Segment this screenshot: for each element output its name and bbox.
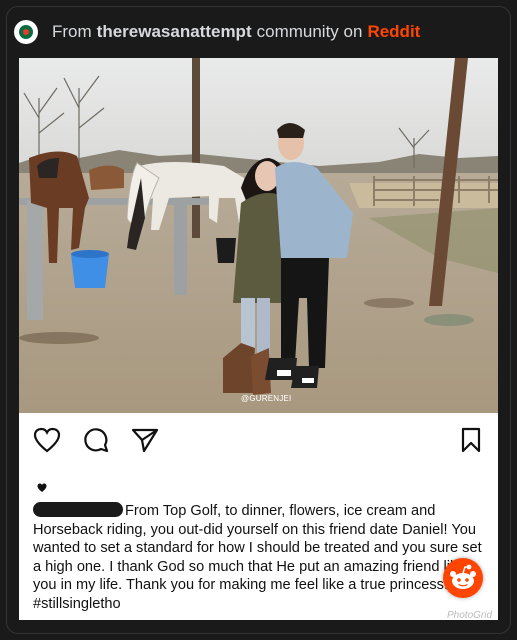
community-name-link[interactable]: therewasanattempt bbox=[97, 22, 252, 42]
photogrid-watermark: PhotoGrid bbox=[447, 610, 493, 621]
post-caption: From Top Golf, to dinner, flowers, ice c… bbox=[33, 502, 491, 614]
bookmark-icon[interactable] bbox=[460, 427, 482, 453]
heart-icon[interactable] bbox=[33, 427, 61, 453]
post-actions bbox=[19, 413, 498, 463]
post-photo bbox=[19, 58, 498, 413]
header-prefix: From bbox=[52, 22, 92, 41]
reddit-link[interactable]: Reddit bbox=[367, 22, 420, 42]
photo-credit: @GURENJEI bbox=[241, 394, 292, 403]
header-middle: community on bbox=[256, 22, 363, 41]
reddit-snoo-icon[interactable] bbox=[443, 558, 483, 598]
embed-header[interactable]: From therewasanattempt community on Redd… bbox=[14, 14, 420, 50]
comment-icon[interactable] bbox=[83, 427, 109, 453]
caption-text: From Top Golf, to dinner, flowers, ice c… bbox=[33, 503, 482, 612]
redacted-username bbox=[33, 502, 123, 517]
likes-heart-icon bbox=[37, 483, 47, 492]
instagram-post: @GURENJEI From Top Golf, to dinner, flow… bbox=[19, 58, 498, 620]
community-icon[interactable] bbox=[14, 20, 38, 44]
send-icon[interactable] bbox=[131, 427, 159, 453]
